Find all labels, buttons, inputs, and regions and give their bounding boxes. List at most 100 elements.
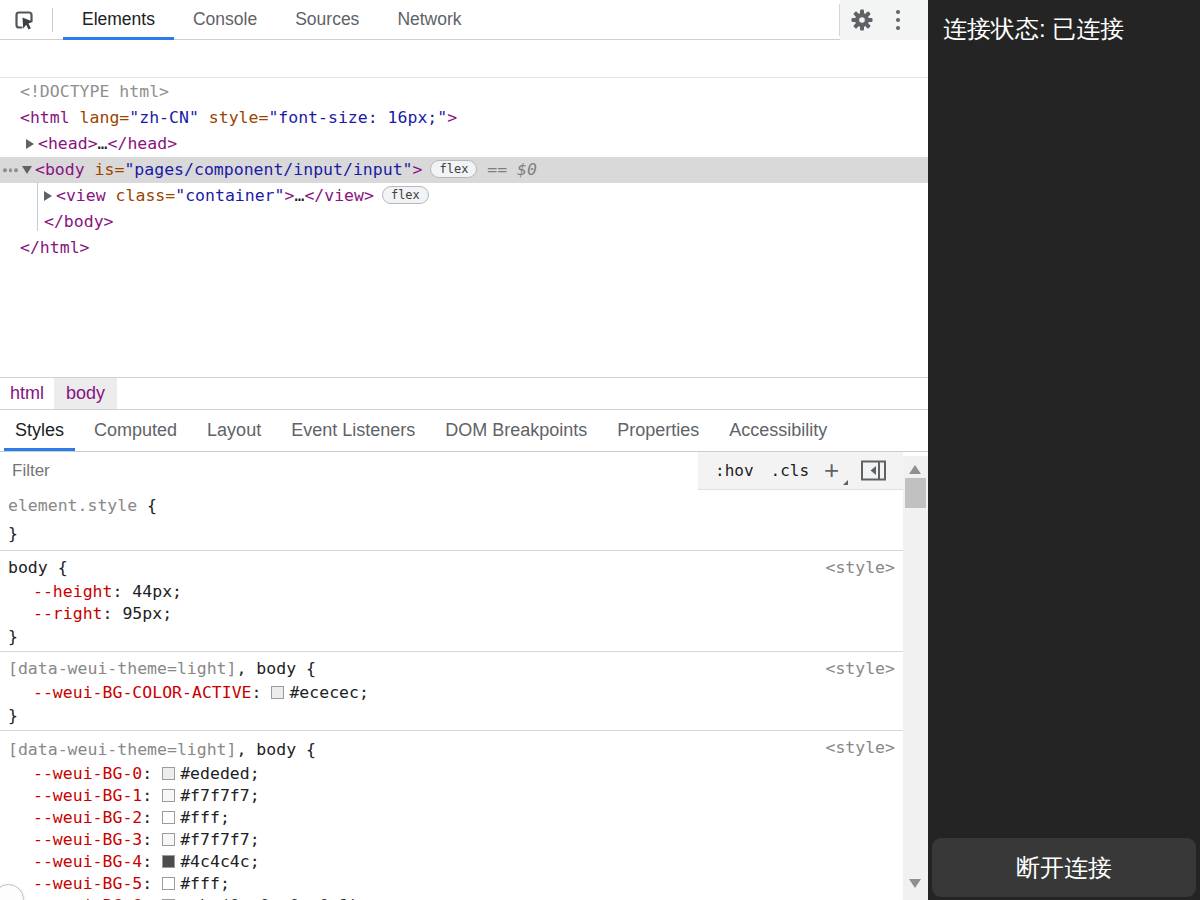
css-property-name: --weui-BG-2 — [33, 808, 142, 827]
styles-tab-dom-breakpoints[interactable]: DOM Breakpoints — [430, 410, 602, 451]
dom-tree-row[interactable]: </body> — [0, 209, 928, 235]
css-selector[interactable]: [data-weui-theme=light], body { — [0, 737, 903, 763]
css-rule: [data-weui-theme=light], body {<style>--… — [0, 731, 903, 900]
css-colon: : — [112, 582, 132, 601]
css-declaration[interactable]: --weui-BG-5: #fff; — [0, 873, 903, 895]
css-declaration[interactable]: --weui-BG-2: #fff; — [0, 807, 903, 829]
breadcrumb-item-html[interactable]: html — [0, 378, 54, 409]
new-style-rule-button[interactable]: + — [824, 459, 846, 483]
tab-network[interactable]: Network — [378, 0, 480, 40]
settings-gear-icon[interactable] — [850, 8, 874, 32]
css-declaration[interactable]: --weui-BG-1: #f7f7f7; — [0, 785, 903, 807]
css-declaration[interactable]: --weui-BG-4: #4c4c4c; — [0, 851, 903, 873]
flex-badge[interactable]: flex — [430, 160, 477, 178]
color-swatch[interactable] — [162, 833, 175, 846]
color-swatch[interactable] — [162, 877, 175, 890]
inspect-element-button[interactable] — [6, 2, 42, 38]
css-property-value: #fff; — [180, 874, 230, 893]
breadcrumb-item-body[interactable]: body — [54, 378, 117, 409]
css-selector[interactable]: element.style { — [0, 492, 903, 520]
css-declaration[interactable]: --height: 44px; — [0, 581, 903, 603]
color-swatch[interactable] — [162, 811, 175, 824]
code-segment: </body> — [44, 212, 114, 231]
selector-segment: [data-weui-theme=light] — [8, 659, 236, 678]
filter-bar: :hov .cls + — [0, 452, 903, 490]
main-tabs: ElementsConsoleSourcesNetwork — [63, 0, 481, 40]
css-property-value: #fff; — [180, 808, 230, 827]
css-colon: : — [142, 764, 162, 783]
styles-tab-layout[interactable]: Layout — [192, 410, 276, 451]
css-colon: : — [142, 852, 162, 871]
css-property-value: rgba(0, 0, 0, 0.1); — [180, 896, 369, 900]
color-swatch[interactable] — [162, 767, 175, 780]
collapse-arrow-icon[interactable] — [22, 166, 32, 174]
tab-sources[interactable]: Sources — [276, 0, 378, 40]
dom-tree-row[interactable]: <head>…</head> — [0, 131, 928, 157]
scroll-up-arrow-icon[interactable] — [909, 465, 921, 474]
plus-icon: + — [824, 459, 846, 481]
dom-tree-row[interactable]: <!DOCTYPE html> — [0, 79, 928, 105]
styles-tab-styles[interactable]: Styles — [0, 410, 79, 451]
selector-segment: { — [137, 496, 157, 515]
style-filter-input[interactable] — [0, 452, 698, 490]
styles-tab-computed[interactable]: Computed — [79, 410, 192, 451]
css-declaration[interactable]: --weui-BG-6: rgba(0, 0, 0, 0.1); — [0, 895, 903, 900]
hidden-elements-ellipsis[interactable] — [3, 168, 18, 172]
app: ElementsConsoleSourcesNetwork — [0, 0, 1200, 900]
scrollbar-thumb[interactable] — [905, 478, 926, 508]
css-selector[interactable]: body { — [0, 555, 903, 581]
css-rule: element.style {} — [0, 490, 903, 551]
dom-toolbar-strip — [0, 40, 928, 78]
tab-console[interactable]: Console — [174, 0, 276, 40]
css-property-value: #f7f7f7; — [180, 830, 259, 849]
dom-tree-row[interactable]: <body is="pages/component/input/input">f… — [0, 157, 928, 183]
style-source-link[interactable]: <style> — [825, 656, 895, 682]
tab-elements[interactable]: Elements — [63, 0, 174, 40]
dom-tree: <!DOCTYPE html><html lang="zh-CN" style=… — [0, 78, 928, 377]
dom-tree-row[interactable]: <view class="container">…</view>flex — [0, 183, 928, 209]
color-swatch[interactable] — [271, 686, 284, 699]
code-segment: <html — [20, 108, 70, 127]
style-source-link[interactable]: <style> — [825, 555, 895, 581]
css-property-value: #4c4c4c; — [180, 852, 259, 871]
css-property-name: --weui-BG-5 — [33, 874, 142, 893]
code-segment: == — [477, 160, 517, 179]
element-classes-toggle[interactable]: .cls — [771, 461, 810, 480]
css-property-value: #ededed; — [180, 764, 259, 783]
color-swatch[interactable] — [162, 855, 175, 868]
more-options-icon[interactable] — [896, 10, 900, 30]
css-declaration[interactable]: --weui-BG-0: #ededed; — [0, 763, 903, 785]
flex-badge[interactable]: flex — [382, 186, 429, 204]
pseudo-state-toggle[interactable]: :hov — [715, 461, 754, 480]
selector-segment: element.style — [8, 496, 137, 515]
styles-tab-properties[interactable]: Properties — [602, 410, 714, 451]
expand-arrow-icon[interactable] — [26, 139, 34, 149]
css-colon: : — [142, 786, 162, 805]
style-source-link[interactable]: <style> — [825, 735, 895, 761]
computed-sidebar-toggle[interactable] — [861, 460, 886, 481]
css-colon: : — [103, 604, 123, 623]
css-selector[interactable]: [data-weui-theme=light], body { — [0, 656, 903, 682]
dom-tree-row[interactable]: </html> — [0, 235, 928, 261]
styles-scrollbar[interactable] — [903, 456, 928, 900]
selector-segment: body { — [8, 558, 68, 577]
code-segment: > — [413, 160, 423, 179]
css-property-value: #f7f7f7; — [180, 786, 259, 805]
styles-tab-event-listeners[interactable]: Event Listeners — [276, 410, 430, 451]
styles-tab-accessibility[interactable]: Accessibility — [714, 410, 842, 451]
css-declaration[interactable]: --weui-BG-3: #f7f7f7; — [0, 829, 903, 851]
dom-tree-row[interactable]: <html lang="zh-CN" style="font-size: 16p… — [0, 105, 928, 131]
disconnect-button[interactable]: 断开连接 — [932, 838, 1196, 897]
expand-arrow-icon[interactable] — [44, 191, 52, 201]
scroll-down-arrow-icon[interactable] — [909, 879, 921, 888]
code-segment: > — [285, 186, 295, 205]
code-segment: <head> — [38, 134, 98, 153]
code-segment: style= — [199, 108, 269, 127]
css-property-name: --weui-BG-3 — [33, 830, 142, 849]
css-declaration[interactable]: --right: 95px; — [0, 603, 903, 625]
code-segment: … — [98, 134, 108, 153]
color-swatch[interactable] — [162, 789, 175, 802]
css-property-name: --weui-BG-1 — [33, 786, 142, 805]
selector-segment: , body { — [236, 659, 315, 678]
css-declaration[interactable]: --weui-BG-COLOR-ACTIVE: #ececec; — [0, 682, 903, 704]
